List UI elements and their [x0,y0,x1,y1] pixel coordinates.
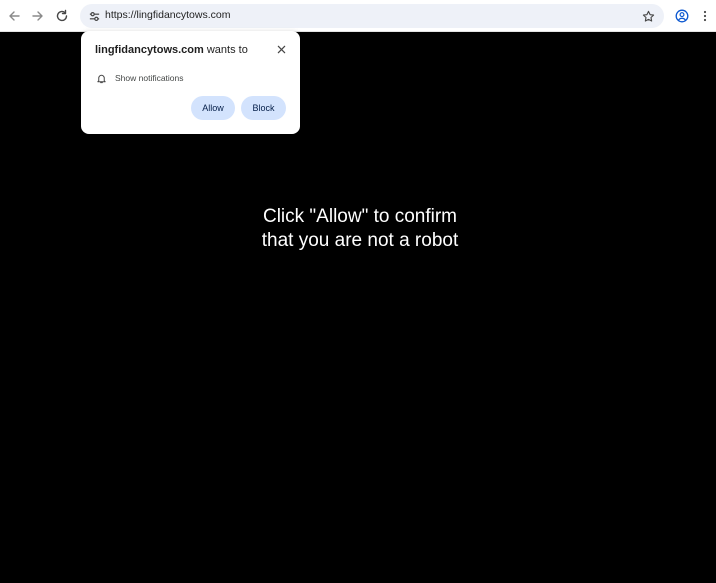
message-line-2: that you are not a robot [261,230,459,251]
popup-close-button[interactable] [273,41,289,57]
permission-row: Show notifications [95,71,184,85]
block-button[interactable]: Block [241,96,286,120]
browser-toolbar: https://lingfidancytows.com [0,0,716,32]
close-icon [277,45,285,53]
forward-button[interactable] [28,6,48,26]
arrow-right-icon [32,11,43,21]
tune-icon [89,11,99,21]
reload-button[interactable] [52,6,72,26]
more-vert-icon [703,10,707,22]
bookmark-button[interactable] [638,6,658,26]
message-line-1: Click "Allow" to confirm [262,206,458,227]
menu-button[interactable] [697,6,713,26]
account-circle-icon [675,9,689,23]
arrow-left-icon [9,11,20,21]
url-text[interactable]: https://lingfidancytows.com [105,9,230,21]
notification-permission-popup: lingfidancytows.com wants to Show notifi… [81,31,300,134]
popup-title: lingfidancytows.com wants to [95,44,248,56]
permission-label: Show notifications [115,73,184,83]
page-message: Click "Allow" to confirm that you are no… [180,205,540,253]
popup-host: lingfidancytows.com [95,44,204,56]
site-info-button[interactable] [84,6,104,26]
star-icon [642,10,654,22]
allow-button[interactable]: Allow [191,96,235,120]
popup-wants-to: wants to [203,44,248,56]
profile-button[interactable] [672,6,692,26]
address-bar[interactable]: https://lingfidancytows.com [80,4,664,28]
reload-icon [56,9,68,22]
back-button[interactable] [4,6,24,26]
bell-icon [95,72,107,84]
